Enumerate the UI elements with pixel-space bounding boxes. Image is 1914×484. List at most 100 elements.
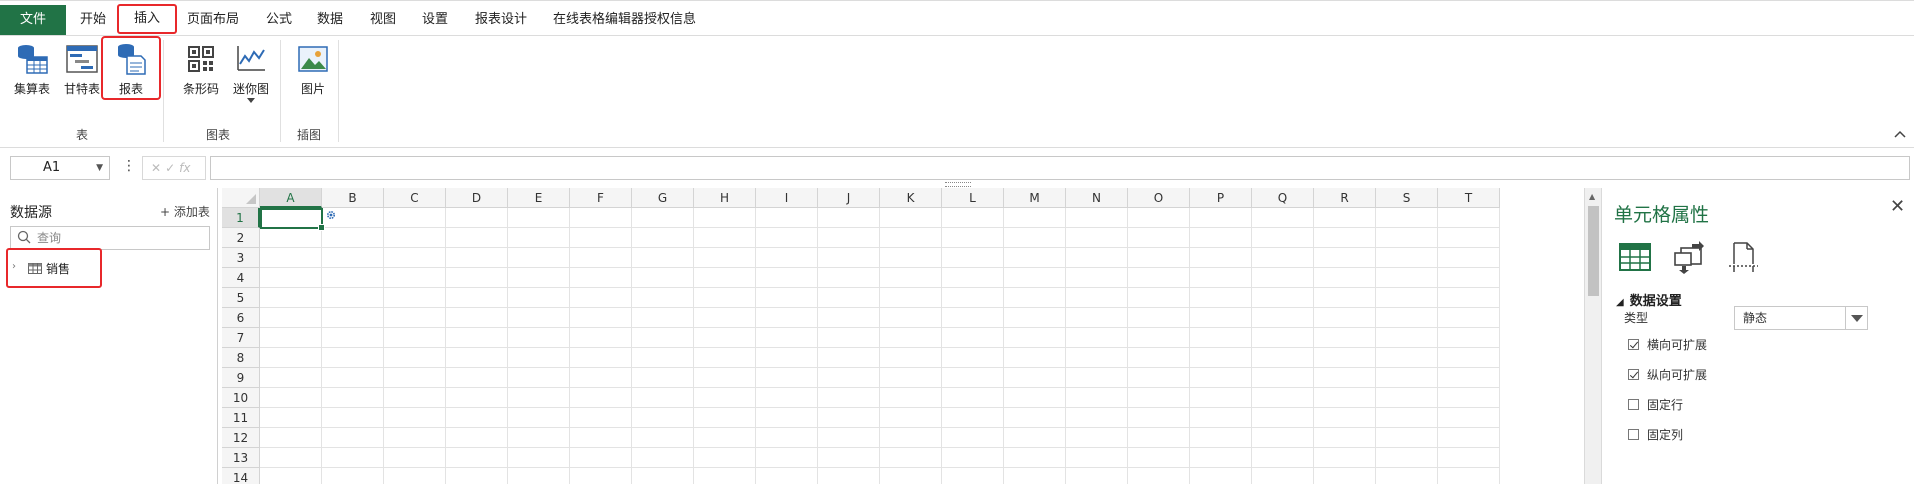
row-header-14[interactable]: 14 <box>222 468 260 484</box>
data-settings-icon[interactable] <box>1618 240 1652 274</box>
column-header-l[interactable]: L <box>942 188 1004 208</box>
insert-function-button[interactable]: fx <box>179 161 190 175</box>
row-header-2[interactable]: 2 <box>222 228 260 248</box>
column-header-h[interactable]: H <box>694 188 756 208</box>
column-header-s[interactable]: S <box>1376 188 1438 208</box>
picture-button[interactable]: 图片 <box>292 42 334 97</box>
type-select[interactable]: 静态 <box>1734 306 1868 330</box>
scroll-up-icon[interactable]: ▲ <box>1589 192 1595 201</box>
column-header-o[interactable]: O <box>1128 188 1190 208</box>
page-icon[interactable] <box>1726 240 1760 274</box>
checkbox-vertical-expand[interactable]: 纵向可扩展 <box>1628 366 1707 383</box>
checkbox-box[interactable] <box>1628 429 1639 440</box>
table-icon <box>28 263 42 274</box>
checkbox-box[interactable] <box>1628 399 1639 410</box>
checkbox-box[interactable] <box>1628 369 1639 380</box>
row-header-6[interactable]: 6 <box>222 308 260 328</box>
tab-insert[interactable]: 插入 <box>117 4 177 34</box>
row-header-5[interactable]: 5 <box>222 288 260 308</box>
chevron-down-icon[interactable] <box>247 98 255 104</box>
select-all-corner[interactable] <box>222 188 260 208</box>
column-header-g[interactable]: G <box>632 188 694 208</box>
gear-icon[interactable] <box>325 209 337 221</box>
scrollbar-thumb[interactable] <box>1588 206 1599 296</box>
confirm-formula-button[interactable]: ✓ <box>165 161 179 175</box>
column-header-t[interactable]: T <box>1438 188 1500 208</box>
tab-data[interactable]: 数据 <box>317 7 343 33</box>
chevron-down-icon[interactable]: ▼ <box>96 157 103 179</box>
column-header-p[interactable]: P <box>1190 188 1252 208</box>
qrcode-icon <box>188 46 214 72</box>
row-header-10[interactable]: 10 <box>222 388 260 408</box>
datasource-item-label: 销售 <box>46 262 71 276</box>
section-data-settings[interactable]: ◢ 数据设置 <box>1616 290 1682 309</box>
datasource-item-sales[interactable]: › 销售 <box>6 248 102 288</box>
tab-report-design[interactable]: 报表设计 <box>475 7 527 33</box>
row-header-3[interactable]: 3 <box>222 248 260 268</box>
row-header-1[interactable]: 1 <box>222 208 260 228</box>
cell-area[interactable] <box>260 208 1500 484</box>
column-header-q[interactable]: Q <box>1252 188 1314 208</box>
checkbox-horizontal-expand[interactable]: 横向可扩展 <box>1628 336 1707 353</box>
row-header-12[interactable]: 12 <box>222 428 260 448</box>
row-header-4[interactable]: 4 <box>222 268 260 288</box>
expand-direction-icon[interactable] <box>1672 240 1706 274</box>
type-select-value: 静态 <box>1743 311 1768 325</box>
column-header-f[interactable]: F <box>570 188 632 208</box>
picture-icon <box>298 46 328 72</box>
vertical-scrollbar[interactable]: ▲ <box>1584 188 1602 484</box>
tab-formulas[interactable]: 公式 <box>266 7 292 33</box>
ribbon-separator <box>338 40 339 142</box>
tab-page-layout[interactable]: 页面布局 <box>187 7 239 33</box>
tab-license-info[interactable]: 在线表格编辑器授权信息 <box>553 7 696 33</box>
panel-splitter-handle[interactable] <box>945 182 971 187</box>
name-box-value: A1 <box>43 160 61 175</box>
tab-home[interactable]: 开始 <box>80 7 106 33</box>
checkbox-label: 固定列 <box>1647 428 1684 442</box>
chevron-down-icon[interactable] <box>1845 307 1867 329</box>
row-headers: 1 2 3 4 5 6 7 8 9 10 11 12 13 14 <box>222 208 260 484</box>
spreadsheet-grid[interactable]: ABCDEFGHIJKLMNOPQRST 1 2 3 4 5 6 7 8 9 10 11 12 13 14 <box>222 188 1502 484</box>
column-header-d[interactable]: D <box>446 188 508 208</box>
row-header-11[interactable]: 11 <box>222 408 260 428</box>
more-options-icon[interactable]: ⋮ <box>122 158 136 174</box>
report-button[interactable]: 报表 <box>108 42 154 97</box>
row-header-13[interactable]: 13 <box>222 448 260 468</box>
db-table-button[interactable]: 集算表 <box>10 42 54 97</box>
row-header-9[interactable]: 9 <box>222 368 260 388</box>
ribbon-insert: 集算表 甘特表 报表 表 条形码 迷你图 图表 图片 插图 <box>0 36 1914 148</box>
name-box[interactable]: A1 ▼ <box>10 156 110 180</box>
column-header-c[interactable]: C <box>384 188 446 208</box>
cancel-formula-button[interactable]: ✕ <box>151 161 165 175</box>
ribbon-separator <box>280 40 281 142</box>
column-header-a[interactable]: A <box>260 188 322 208</box>
row-header-8[interactable]: 8 <box>222 348 260 368</box>
add-table-button[interactable]: + 添加表 <box>160 203 210 220</box>
checkbox-fixed-column[interactable]: 固定列 <box>1628 426 1683 443</box>
column-header-m[interactable]: M <box>1004 188 1066 208</box>
column-header-j[interactable]: J <box>818 188 880 208</box>
row-header-7[interactable]: 7 <box>222 328 260 348</box>
gantt-icon <box>66 45 98 73</box>
close-icon[interactable]: ✕ <box>1890 196 1905 217</box>
barcode-button[interactable]: 条形码 <box>178 42 224 97</box>
sparkline-button[interactable]: 迷你图 <box>228 42 274 104</box>
tab-view[interactable]: 视图 <box>370 7 396 33</box>
tab-settings[interactable]: 设置 <box>422 7 448 33</box>
tab-file[interactable]: 文件 <box>0 5 66 35</box>
formula-input[interactable] <box>210 156 1910 180</box>
checkbox-fixed-row[interactable]: 固定行 <box>1628 396 1683 413</box>
column-header-i[interactable]: I <box>756 188 818 208</box>
column-header-n[interactable]: N <box>1066 188 1128 208</box>
checkbox-label: 纵向可扩展 <box>1647 368 1708 382</box>
column-header-b[interactable]: B <box>322 188 384 208</box>
chevron-up-icon[interactable] <box>1894 130 1906 138</box>
checkbox-box[interactable] <box>1628 339 1639 350</box>
active-cell-a1[interactable] <box>260 208 325 231</box>
column-header-r[interactable]: R <box>1314 188 1376 208</box>
search-input[interactable] <box>37 229 205 247</box>
expand-arrow-icon[interactable]: › <box>12 261 16 272</box>
column-header-e[interactable]: E <box>508 188 570 208</box>
gantt-button[interactable]: 甘特表 <box>60 42 104 97</box>
column-header-k[interactable]: K <box>880 188 942 208</box>
